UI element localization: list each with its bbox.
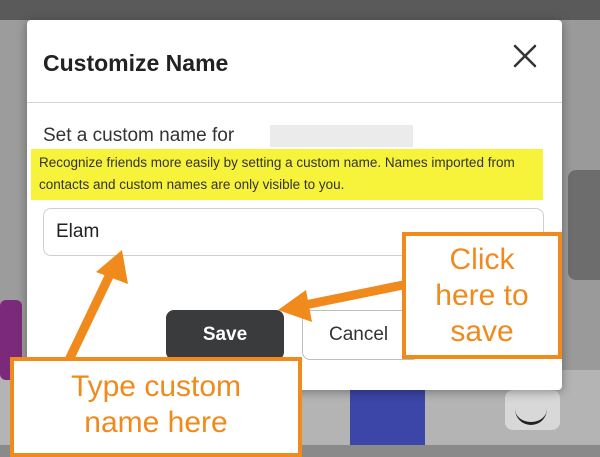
type-callout-line: name here	[84, 406, 228, 439]
type-name-callout: Type custom name here	[10, 357, 302, 457]
redacted-username	[270, 125, 413, 147]
close-button[interactable]	[507, 38, 543, 74]
dialog-header: Customize Name	[27, 20, 562, 103]
save-callout-line: Click	[449, 243, 515, 276]
custom-name-prompt: Set a custom name for	[43, 125, 235, 146]
close-icon	[513, 44, 537, 68]
save-button[interactable]: Save	[166, 310, 284, 360]
top-bar	[0, 0, 600, 20]
save-callout-line: save	[450, 315, 514, 348]
avatar-right	[568, 170, 600, 280]
type-callout-line: Type custom	[70, 370, 242, 403]
save-callout: Click here to save	[402, 232, 562, 359]
save-callout-line: here to	[435, 279, 529, 312]
custom-name-hint: Recognize friends more easily by setting…	[31, 149, 543, 200]
dialog-title: Customize Name	[43, 50, 229, 76]
